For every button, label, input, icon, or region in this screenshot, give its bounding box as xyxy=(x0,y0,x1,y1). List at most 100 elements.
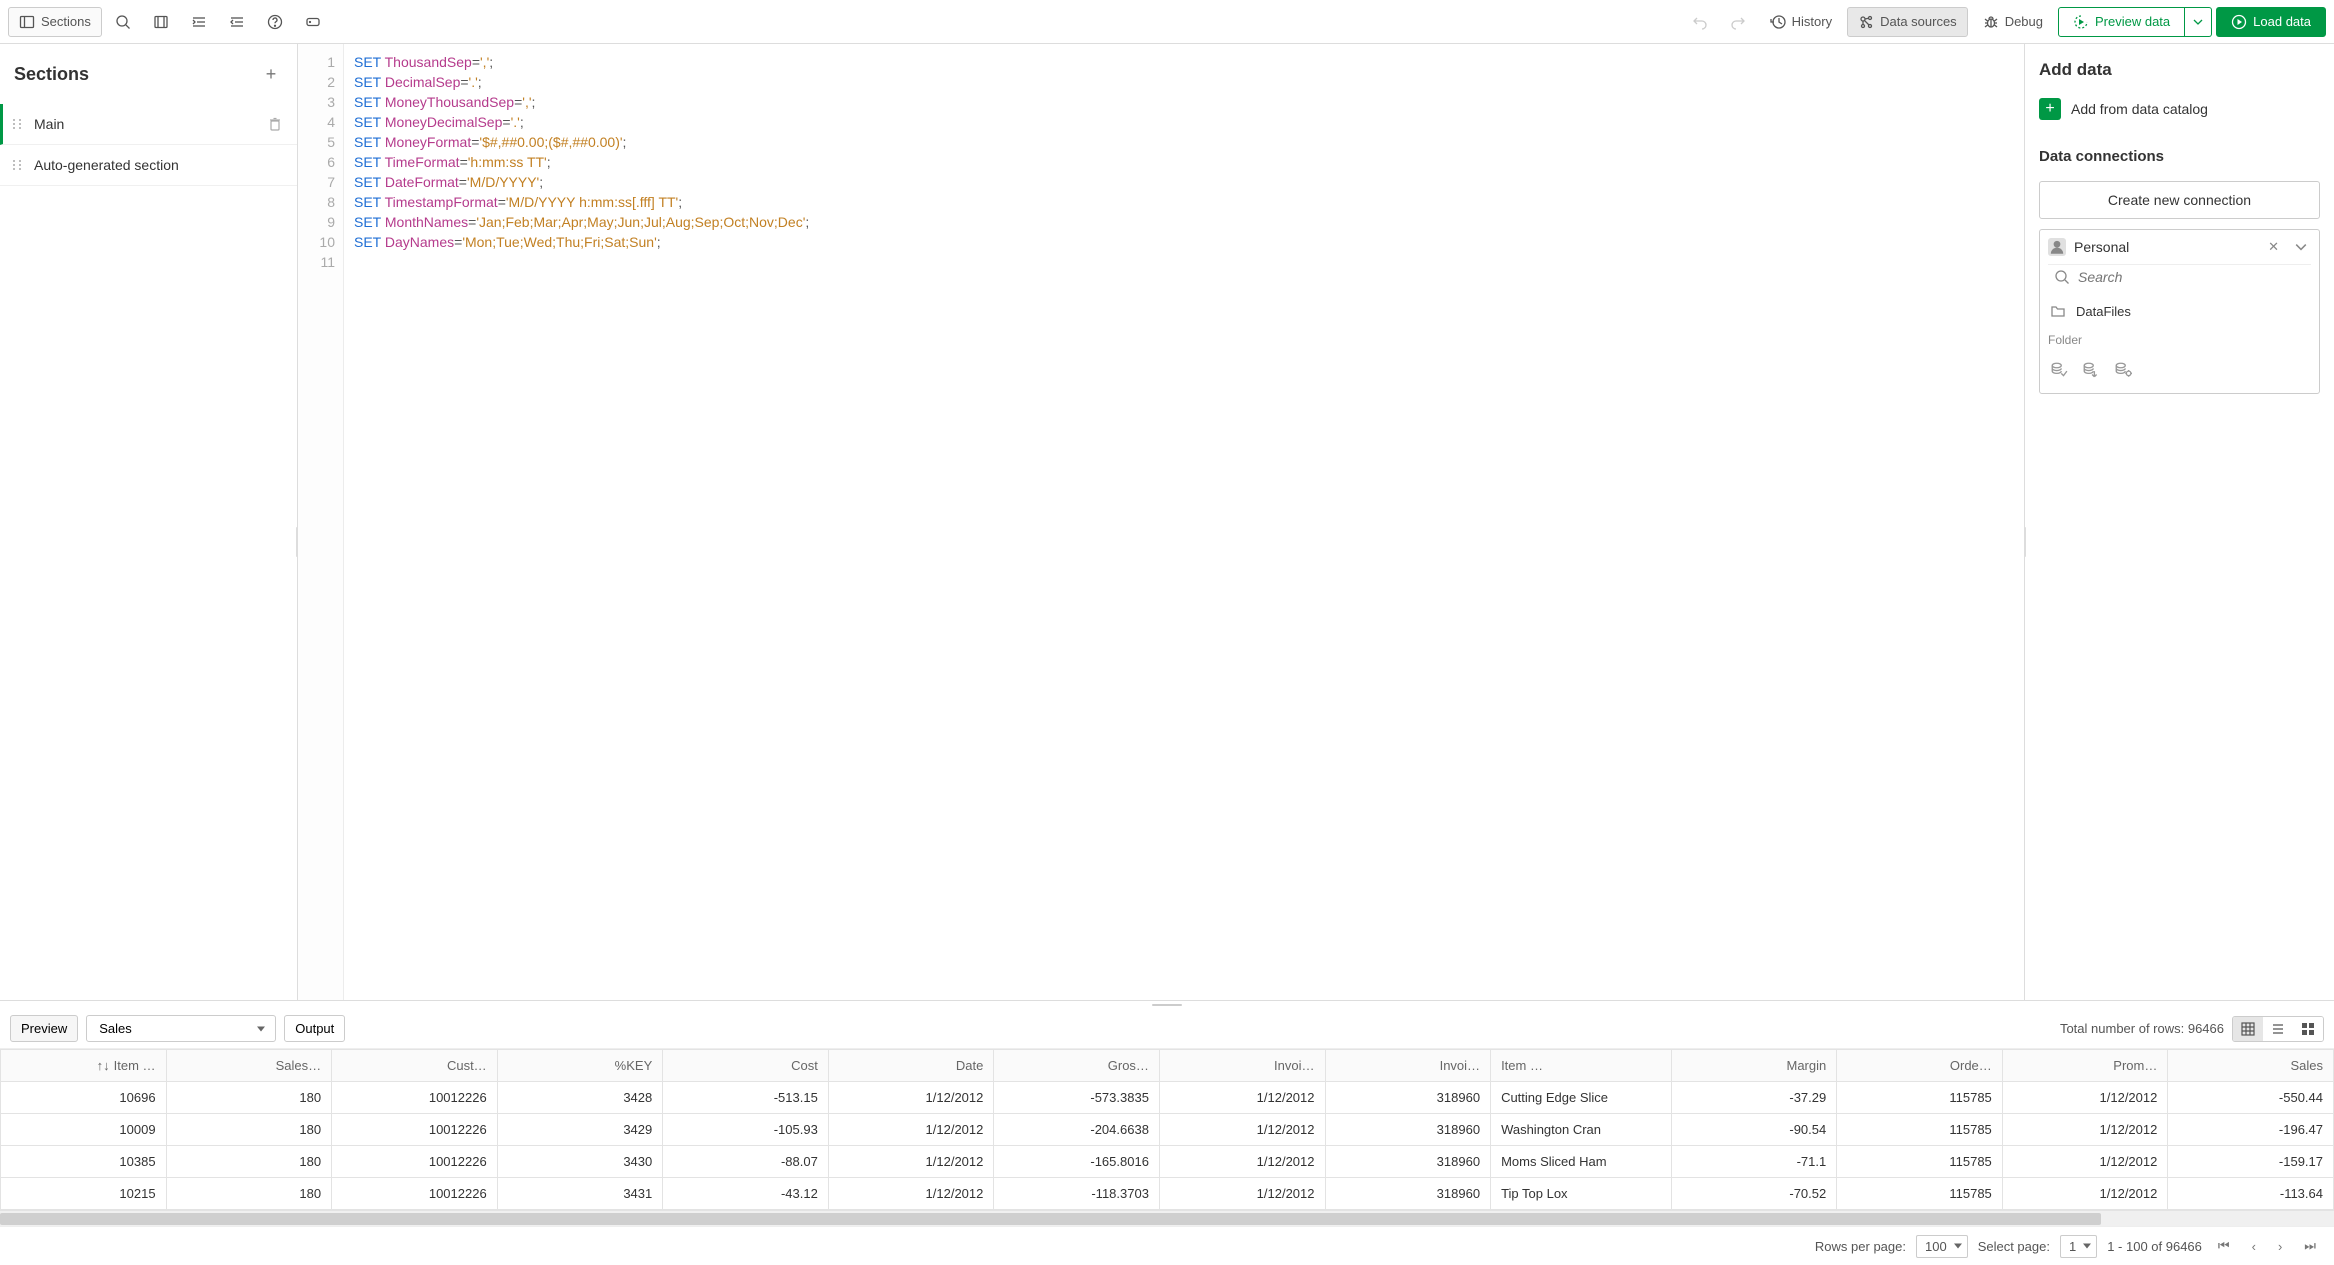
horizontal-scrollbar[interactable] xyxy=(0,1210,2334,1226)
add-section-button[interactable]: + xyxy=(259,62,283,86)
section-item-autogen[interactable]: Auto-generated section xyxy=(0,145,297,186)
table-cell: -90.54 xyxy=(1671,1114,1837,1146)
folder-icon xyxy=(2050,303,2066,319)
column-header[interactable]: Sales… xyxy=(166,1050,332,1082)
edit-connection-button[interactable] xyxy=(2114,361,2132,379)
column-header[interactable]: Cust… xyxy=(332,1050,498,1082)
preview-table: ↑↓Item …Sales…Cust…%KEYCostDateGros…Invo… xyxy=(0,1049,2334,1210)
sections-toggle-label: Sections xyxy=(41,14,91,29)
table-cell: 1/12/2012 xyxy=(1159,1178,1325,1210)
preview-data-button[interactable]: Preview data xyxy=(2058,7,2185,37)
source-selector[interactable]: Sales xyxy=(86,1015,276,1042)
first-page-icon: ⏮ xyxy=(2218,1238,2230,1253)
rows-per-page-select[interactable]: 100 xyxy=(1916,1239,1968,1254)
space-dropdown-button[interactable] xyxy=(2291,241,2311,253)
next-page-button[interactable]: › xyxy=(2272,1236,2288,1257)
clear-space-button[interactable]: ✕ xyxy=(2264,239,2283,255)
table-row[interactable]: 10215180100122263431-43.121/12/2012-118.… xyxy=(1,1178,2334,1210)
sections-panel: Sections + Main Auto-generated section xyxy=(0,44,298,1000)
last-page-button[interactable]: ⏭ xyxy=(2298,1235,2322,1257)
table-cell: 10009 xyxy=(1,1114,167,1146)
column-header[interactable]: Invoi… xyxy=(1159,1050,1325,1082)
history-button[interactable]: History xyxy=(1759,7,1843,37)
connection-datafiles-row[interactable]: DataFiles xyxy=(2048,297,2311,325)
column-header[interactable]: Item … xyxy=(1491,1050,1672,1082)
search-button[interactable] xyxy=(106,7,140,37)
editor-content[interactable]: SET ThousandSep=',';SET DecimalSep='.';S… xyxy=(344,44,2024,1000)
preview-tab-label: Preview xyxy=(21,1021,67,1036)
column-header[interactable]: Prom… xyxy=(2002,1050,2168,1082)
table-cell: 10012226 xyxy=(332,1178,498,1210)
preview-tab-button[interactable]: Preview xyxy=(10,1015,78,1042)
preview-bar-right: Total number of rows: 96466 xyxy=(2060,1016,2324,1042)
table-cell: 10012226 xyxy=(332,1114,498,1146)
select-data-button[interactable] xyxy=(2050,361,2068,379)
table-row[interactable]: 10009180100122263429-105.931/12/2012-204… xyxy=(1,1114,2334,1146)
column-header[interactable]: Date xyxy=(828,1050,994,1082)
table-cell: -88.07 xyxy=(663,1146,829,1178)
data-sources-label: Data sources xyxy=(1880,14,1957,29)
data-panel-resize-handle[interactable] xyxy=(2021,522,2029,562)
variables-button[interactable] xyxy=(296,7,330,37)
table-cell: -159.17 xyxy=(2168,1146,2334,1178)
prev-page-button[interactable]: ‹ xyxy=(2246,1236,2262,1257)
output-tab-button[interactable]: Output xyxy=(284,1015,345,1042)
panel-left-icon xyxy=(19,14,35,30)
preview-resize-handle[interactable] xyxy=(0,1001,2334,1009)
table-header-row: ↑↓Item …Sales…Cust…%KEYCostDateGros…Invo… xyxy=(1,1050,2334,1082)
outdent-button[interactable] xyxy=(220,7,254,37)
column-header[interactable]: Gros… xyxy=(994,1050,1160,1082)
debug-button[interactable]: Debug xyxy=(1972,7,2054,37)
column-header[interactable]: Cost xyxy=(663,1050,829,1082)
list-icon xyxy=(2271,1022,2285,1036)
table-cell: 1/12/2012 xyxy=(1159,1146,1325,1178)
table-row[interactable]: 10385180100122263430-88.071/12/2012-165.… xyxy=(1,1146,2334,1178)
column-header[interactable]: Sales xyxy=(2168,1050,2334,1082)
insert-script-button[interactable] xyxy=(2082,361,2100,379)
code-editor[interactable]: 1234567891011 SET ThousandSep=',';SET De… xyxy=(298,44,2024,1000)
column-header[interactable]: Orde… xyxy=(1837,1050,2003,1082)
table-cell: 10012226 xyxy=(332,1082,498,1114)
top-toolbar: Sections xyxy=(0,0,2334,44)
create-new-connection-button[interactable]: Create new connection xyxy=(2039,181,2320,219)
view-list-button[interactable] xyxy=(2263,1017,2293,1041)
data-sources-button[interactable]: Data sources xyxy=(1847,7,1968,37)
table-cell: -204.6638 xyxy=(994,1114,1160,1146)
table-cell: -573.3835 xyxy=(994,1082,1160,1114)
load-data-button[interactable]: Load data xyxy=(2216,7,2326,37)
tag-icon xyxy=(305,14,321,30)
preview-data-dropdown[interactable] xyxy=(2185,7,2212,37)
sections-resize-handle[interactable] xyxy=(293,522,301,562)
delete-section-button[interactable] xyxy=(267,116,283,132)
comment-toggle-button[interactable] xyxy=(144,7,178,37)
column-header[interactable]: Invoi… xyxy=(1325,1050,1491,1082)
view-table-button[interactable] xyxy=(2233,1017,2263,1041)
chevron-down-icon xyxy=(2193,17,2203,27)
column-header[interactable]: Margin xyxy=(1671,1050,1837,1082)
help-button[interactable] xyxy=(258,7,292,37)
toolbar-left: Sections xyxy=(8,7,330,37)
view-mode-buttons xyxy=(2232,1016,2324,1042)
chevron-left-icon: ‹ xyxy=(2252,1239,2256,1254)
scrollbar-thumb[interactable] xyxy=(0,1213,2101,1225)
select-page-select[interactable]: 1 xyxy=(2060,1239,2097,1254)
column-header[interactable]: ↑↓Item … xyxy=(1,1050,167,1082)
table-cell: 115785 xyxy=(1837,1082,2003,1114)
data-sources-icon xyxy=(1858,14,1874,30)
table-cell: 10215 xyxy=(1,1178,167,1210)
source-selected-label: Sales xyxy=(99,1021,132,1036)
preview-grid-scroll[interactable]: ↑↓Item …Sales…Cust…%KEYCostDateGros…Invo… xyxy=(0,1049,2334,1210)
page-range-label: 1 - 100 of 96466 xyxy=(2107,1239,2202,1254)
column-header[interactable]: %KEY xyxy=(497,1050,663,1082)
view-grid-button[interactable] xyxy=(2293,1017,2323,1041)
redo-button[interactable] xyxy=(1721,7,1755,37)
undo-button[interactable] xyxy=(1683,7,1717,37)
first-page-button[interactable]: ⏮ xyxy=(2212,1235,2236,1257)
table-row[interactable]: 10696180100122263428-513.151/12/2012-573… xyxy=(1,1082,2334,1114)
add-from-catalog-button[interactable]: + Add from data catalog xyxy=(2039,94,2320,132)
indent-button[interactable] xyxy=(182,7,216,37)
section-item-main[interactable]: Main xyxy=(0,104,297,145)
connection-search-input[interactable] xyxy=(2078,269,2305,285)
sections-toggle-button[interactable]: Sections xyxy=(8,7,102,37)
toolbar-right: History Data sources Debug Preview data … xyxy=(1683,7,2326,37)
